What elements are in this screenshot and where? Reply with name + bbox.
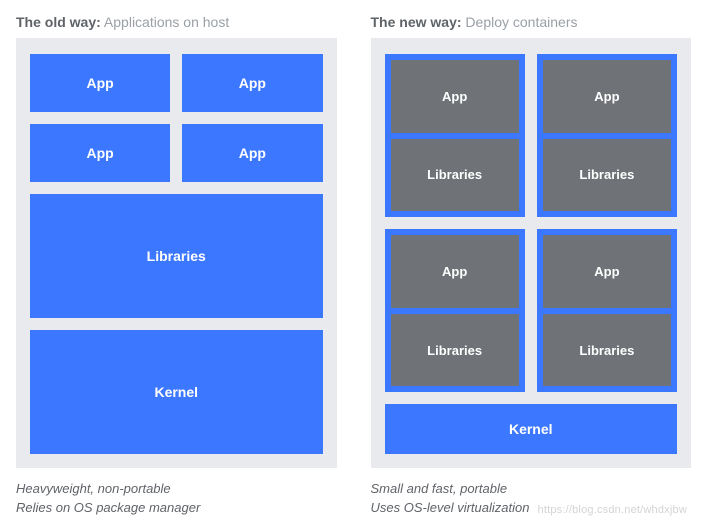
container-app: App xyxy=(391,60,519,133)
new-way-panel: App Libraries App Libraries App Librarie… xyxy=(371,38,692,468)
old-way-heading: The old way: Applications on host xyxy=(16,14,337,30)
container-libraries: Libraries xyxy=(543,139,671,212)
new-way-heading-bold: The new way: xyxy=(371,14,462,30)
old-way-caption: Heavyweight, non-portable Relies on OS p… xyxy=(16,480,337,518)
old-way-column: The old way: Applications on host App Ap… xyxy=(16,14,337,518)
old-caption-line: Heavyweight, non-portable xyxy=(16,480,337,499)
new-caption-line: Small and fast, portable xyxy=(371,480,692,499)
old-app-block: App xyxy=(30,124,170,182)
new-way-heading: The new way: Deploy containers xyxy=(371,14,692,30)
container-block: App Libraries xyxy=(537,54,677,217)
old-caption-line: Relies on OS package manager xyxy=(16,499,337,518)
old-kernel-block: Kernel xyxy=(30,330,323,454)
container-libraries: Libraries xyxy=(391,314,519,387)
container-grid: App Libraries App Libraries App Librarie… xyxy=(385,54,678,392)
old-app-block: App xyxy=(182,54,322,112)
old-app-block: App xyxy=(30,54,170,112)
new-way-heading-rest: Deploy containers xyxy=(465,14,577,30)
old-app-row-1: App App xyxy=(30,54,323,112)
new-caption-line: Uses OS-level virtualization xyxy=(371,499,692,518)
new-way-caption: Small and fast, portable Uses OS-level v… xyxy=(371,480,692,518)
container-libraries: Libraries xyxy=(391,139,519,212)
container-app: App xyxy=(543,60,671,133)
old-app-row-2: App App xyxy=(30,124,323,182)
old-app-block: App xyxy=(182,124,322,182)
old-way-panel: App App App App Libraries Kernel xyxy=(16,38,337,468)
container-block: App Libraries xyxy=(385,54,525,217)
container-block: App Libraries xyxy=(537,229,677,392)
old-libraries-block: Libraries xyxy=(30,194,323,318)
old-way-heading-rest: Applications on host xyxy=(104,14,229,30)
container-libraries: Libraries xyxy=(543,314,671,387)
new-kernel-block: Kernel xyxy=(385,404,678,454)
old-way-heading-bold: The old way: xyxy=(16,14,101,30)
container-block: App Libraries xyxy=(385,229,525,392)
container-app: App xyxy=(543,235,671,308)
container-app: App xyxy=(391,235,519,308)
new-way-column: The new way: Deploy containers App Libra… xyxy=(371,14,692,518)
